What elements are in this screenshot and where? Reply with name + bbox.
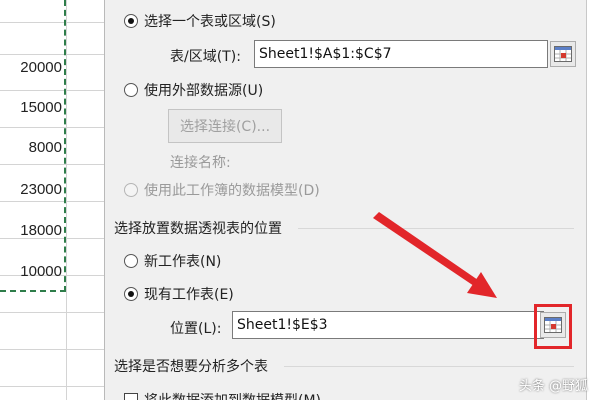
row-gridline: [0, 54, 104, 55]
data-model-radio[interactable]: 使用此工作簿的数据模型(D): [124, 180, 320, 200]
cell-value[interactable]: 8000: [0, 139, 62, 156]
checkbox-icon: [124, 393, 138, 400]
spreadsheet-area: 20000 15000 8000 23000 18000 10000: [0, 0, 104, 400]
new-worksheet-label: 新工作表(N): [144, 254, 222, 270]
row-gridline: [0, 164, 104, 165]
row-gridline: [0, 312, 104, 313]
row-gridline: [0, 127, 104, 128]
row-gridline: [0, 22, 104, 23]
multi-table-section-title: 选择是否想要分析多个表: [114, 359, 268, 375]
column-gridline: [66, 0, 67, 400]
radio-checked-icon: [124, 287, 138, 301]
data-model-label: 使用此工作簿的数据模型(D): [144, 183, 320, 199]
table-range-input[interactable]: Sheet1!$A$1:$C$7: [254, 40, 548, 68]
radio-disabled-icon: [124, 183, 138, 197]
placement-section-title: 选择放置数据透视表的位置: [114, 221, 282, 237]
radio-checked-icon: [124, 14, 138, 28]
radio-unchecked-icon: [124, 83, 138, 97]
cell-value[interactable]: 20000: [0, 59, 62, 76]
choose-connection-button[interactable]: 选择连接(C)...: [168, 109, 282, 143]
table-range-selector-button[interactable]: [550, 41, 576, 67]
copy-marquee-bottom: [0, 290, 66, 292]
watermark: 头条 @野狐: [518, 379, 588, 394]
row-gridline: [0, 201, 104, 202]
row-gridline: [0, 349, 104, 350]
cell-value[interactable]: 15000: [0, 99, 62, 116]
external-source-label: 使用外部数据源(U): [144, 83, 264, 99]
location-label: 位置(L):: [170, 321, 222, 337]
new-worksheet-radio[interactable]: 新工作表(N): [124, 251, 221, 271]
section-divider: [284, 366, 574, 367]
cell-value[interactable]: 23000: [0, 181, 62, 198]
annotation-highlight-box: [534, 304, 572, 349]
dialog-edge: [586, 0, 600, 400]
table-range-label: 表/区域(T):: [170, 49, 241, 65]
select-table-label: 选择一个表或区域(S): [144, 14, 276, 30]
external-source-radio[interactable]: 使用外部数据源(U): [124, 80, 263, 100]
add-to-model-checkbox[interactable]: 将此数据添加到数据模型(M): [124, 390, 321, 400]
location-input[interactable]: Sheet1!$E$3: [232, 311, 544, 339]
existing-worksheet-label: 现有工作表(E): [144, 287, 234, 303]
range-selector-icon: [554, 46, 572, 62]
existing-worksheet-radio[interactable]: 现有工作表(E): [124, 284, 234, 304]
section-divider: [298, 228, 574, 229]
select-table-radio[interactable]: 选择一个表或区域(S): [124, 11, 276, 31]
copy-marquee-right: [64, 0, 66, 292]
cell-value[interactable]: 10000: [0, 263, 62, 280]
connection-name-label: 连接名称:: [170, 155, 231, 171]
add-to-model-label: 将此数据添加到数据模型(M): [144, 390, 321, 400]
radio-unchecked-icon: [124, 254, 138, 268]
cell-value[interactable]: 18000: [0, 222, 62, 239]
row-gridline: [0, 386, 104, 387]
row-gridline: [0, 90, 104, 91]
